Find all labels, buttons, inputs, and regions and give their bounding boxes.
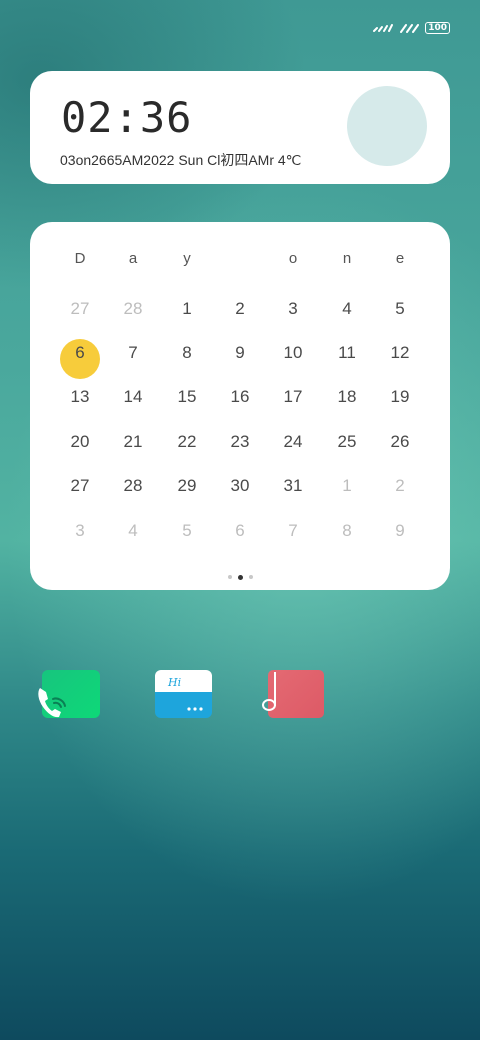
weekday-label: n: [342, 250, 352, 267]
page-dot: [237, 574, 243, 580]
calendar-day[interactable]: 26: [378, 430, 422, 454]
phone-app-icon[interactable]: [38, 670, 100, 718]
music-app-icon[interactable]: [262, 670, 326, 718]
calendar-day[interactable]: 22: [165, 430, 209, 454]
calendar-day[interactable]: 30: [218, 474, 262, 498]
calendar-day[interactable]: 8: [165, 341, 209, 365]
calendar-day[interactable]: 7: [271, 519, 315, 543]
status-bar: 100: [373, 18, 450, 38]
phone-icon: [38, 688, 66, 718]
calendar-day[interactable]: 13: [58, 385, 102, 409]
calendar-day[interactable]: 2: [378, 474, 422, 498]
calendar-day[interactable]: 5: [165, 519, 209, 543]
calendar-day[interactable]: 23: [218, 430, 262, 454]
music-note-icon: [262, 672, 276, 711]
calendar-day[interactable]: 3: [271, 297, 315, 321]
messages-app-icon[interactable]: Hi: [155, 670, 213, 718]
calendar-day[interactable]: 20: [58, 430, 102, 454]
signal-icon: [373, 24, 394, 32]
calendar-day[interactable]: 19: [378, 385, 422, 409]
weekday-label: D: [74, 250, 86, 267]
weekday-label: y: [183, 250, 191, 267]
calendar-day[interactable]: 9: [378, 519, 422, 543]
clock-widget[interactable]: 02:36 03on2665AM2022 Sun Cl初四AMr 4℃: [30, 71, 450, 184]
message-hi-label: Hi: [168, 676, 182, 689]
calendar-day[interactable]: 25: [325, 430, 369, 454]
calendar-widget[interactable]: Dayone 27 28 1 2 3 4 5 6 7 8 9 10 11 12 13 14 15 16 17 18 19…: [30, 222, 450, 590]
calendar-day[interactable]: 27: [58, 474, 102, 498]
calendar-day[interactable]: 12: [378, 341, 422, 365]
calendar-day[interactable]: 31: [271, 474, 315, 498]
clock-time: 02:36: [61, 93, 193, 142]
calendar-day[interactable]: 10: [271, 341, 315, 365]
calendar-day[interactable]: 9: [218, 341, 262, 365]
page-indicator: [30, 574, 450, 580]
calendar-day[interactable]: 18: [325, 385, 369, 409]
battery-level: 100: [428, 22, 447, 33]
calendar-day[interactable]: 6: [218, 519, 262, 543]
weather-icon[interactable]: [347, 86, 427, 166]
calendar-day[interactable]: 21: [111, 430, 155, 454]
calendar-day[interactable]: 28: [111, 474, 155, 498]
page-dot: [248, 575, 253, 579]
calendar-day[interactable]: 8: [325, 519, 369, 543]
calendar-day[interactable]: 24: [271, 430, 315, 454]
weekday-label: a: [128, 250, 138, 267]
calendar-day[interactable]: 17: [271, 385, 315, 409]
calendar-day[interactable]: 2: [218, 297, 262, 321]
calendar-day[interactable]: 16: [218, 385, 262, 409]
message-icon: [155, 692, 212, 711]
calendar-day[interactable]: 29: [165, 474, 209, 498]
weekday-label: o: [288, 250, 298, 267]
calendar-day[interactable]: 4: [325, 297, 369, 321]
calendar-day[interactable]: 4: [111, 519, 155, 543]
calendar-day[interactable]: 7: [111, 341, 155, 365]
calendar-day[interactable]: 28: [111, 297, 155, 321]
weekday-label: e: [395, 250, 405, 267]
calendar-day[interactable]: 11: [325, 341, 369, 365]
calendar-day[interactable]: 1: [325, 474, 369, 498]
calendar-day[interactable]: 3: [58, 519, 102, 543]
calendar-day[interactable]: 5: [378, 297, 422, 321]
calendar-day[interactable]: 27: [58, 297, 102, 321]
calendar-day[interactable]: 1: [165, 297, 209, 321]
calendar-day-today[interactable]: 6: [58, 341, 102, 365]
calendar-day[interactable]: 15: [165, 385, 209, 409]
calendar-day[interactable]: 14: [111, 385, 155, 409]
battery-icon: 100: [425, 22, 450, 34]
signal-icon: [400, 24, 420, 33]
clock-date-weather: 03on2665AM2022 Sun Cl初四AMr 4℃: [60, 152, 302, 168]
page-dot: [227, 575, 232, 579]
